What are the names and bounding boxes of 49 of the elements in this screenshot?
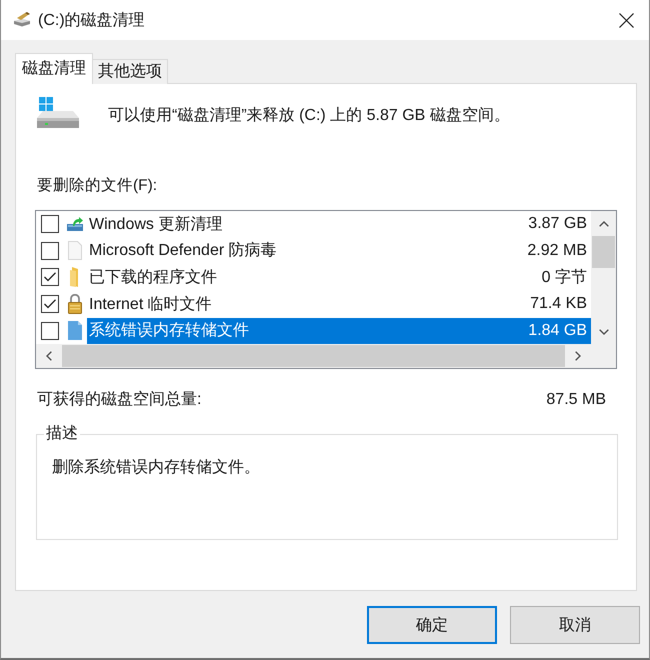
checkbox[interactable]: [41, 215, 59, 234]
chevron-down-icon: [598, 328, 608, 334]
file-size: 0 字节: [542, 268, 587, 288]
file-size: 71.4 KB: [530, 295, 587, 314]
file-size: 3.87 GB: [528, 215, 587, 234]
scrollbar-thumb[interactable]: [62, 345, 565, 367]
file-name: Microsoft Defender 防病毒: [89, 240, 277, 262]
folder-icon: [70, 267, 80, 288]
chevron-right-icon: [575, 351, 581, 361]
file-item[interactable]: Microsoft Defender 防病毒 2.92 MB: [87, 238, 591, 264]
group-legend: 描述: [44, 424, 80, 444]
file-item[interactable]: Windows 更新清理 3.87 GB: [87, 211, 591, 238]
file-item[interactable]: 已下载的程序文件 0 字节: [87, 264, 591, 290]
vertical-scrollbar[interactable]: [591, 211, 616, 344]
drive-brush-icon: [13, 12, 31, 26]
scrollbar-thumb[interactable]: [592, 236, 615, 268]
file-name: 已下载的程序文件: [89, 268, 217, 288]
file-name: Windows 更新清理: [89, 214, 222, 235]
padlock-icon: [68, 294, 82, 314]
window-title: (C:)的磁盘清理: [38, 10, 146, 30]
chevron-left-icon: [46, 351, 52, 361]
dialog-button[interactable]: 取消: [510, 606, 640, 644]
document-icon: [68, 321, 82, 340]
file-item[interactable]: 系统错误内存转储文件 1.84 GB: [87, 318, 591, 344]
checkbox[interactable]: [41, 322, 59, 340]
total-label: 可获得的磁盘空间总量:: [37, 390, 202, 410]
file-item[interactable]: Internet 临时文件 71.4 KB: [87, 291, 591, 318]
description-text: 删除系统错误内存转储文件。: [52, 458, 261, 478]
hard-drive-icon: [37, 97, 79, 129]
files-label: 要删除的文件(F):: [36, 176, 158, 196]
tray-arrow-icon: [67, 217, 83, 232]
file-name: 系统错误内存转储文件: [89, 320, 249, 342]
tab[interactable]: 磁盘清理: [15, 53, 93, 84]
intro-text: 可以使用“磁盘清理”来释放 (C:) 上的 5.87 GB 磁盘空间。: [108, 106, 510, 126]
close-icon[interactable]: [619, 12, 634, 28]
checkbox[interactable]: [41, 295, 59, 314]
check-icon: [44, 299, 56, 310]
horizontal-scrollbar[interactable]: [36, 344, 591, 368]
check-icon: [44, 272, 56, 282]
file-size: 1.84 GB: [528, 322, 587, 340]
file-size: 2.92 MB: [527, 242, 587, 260]
file-name: Internet 临时文件: [89, 294, 212, 315]
tab[interactable]: 其他选项: [92, 59, 168, 84]
checkbox[interactable]: [41, 268, 59, 286]
checkbox[interactable]: [41, 242, 59, 260]
total-value: 87.5 MB: [546, 390, 606, 410]
document-icon: [68, 241, 82, 260]
chevron-up-icon: [598, 220, 608, 226]
dialog-button[interactable]: 确定: [367, 606, 497, 644]
